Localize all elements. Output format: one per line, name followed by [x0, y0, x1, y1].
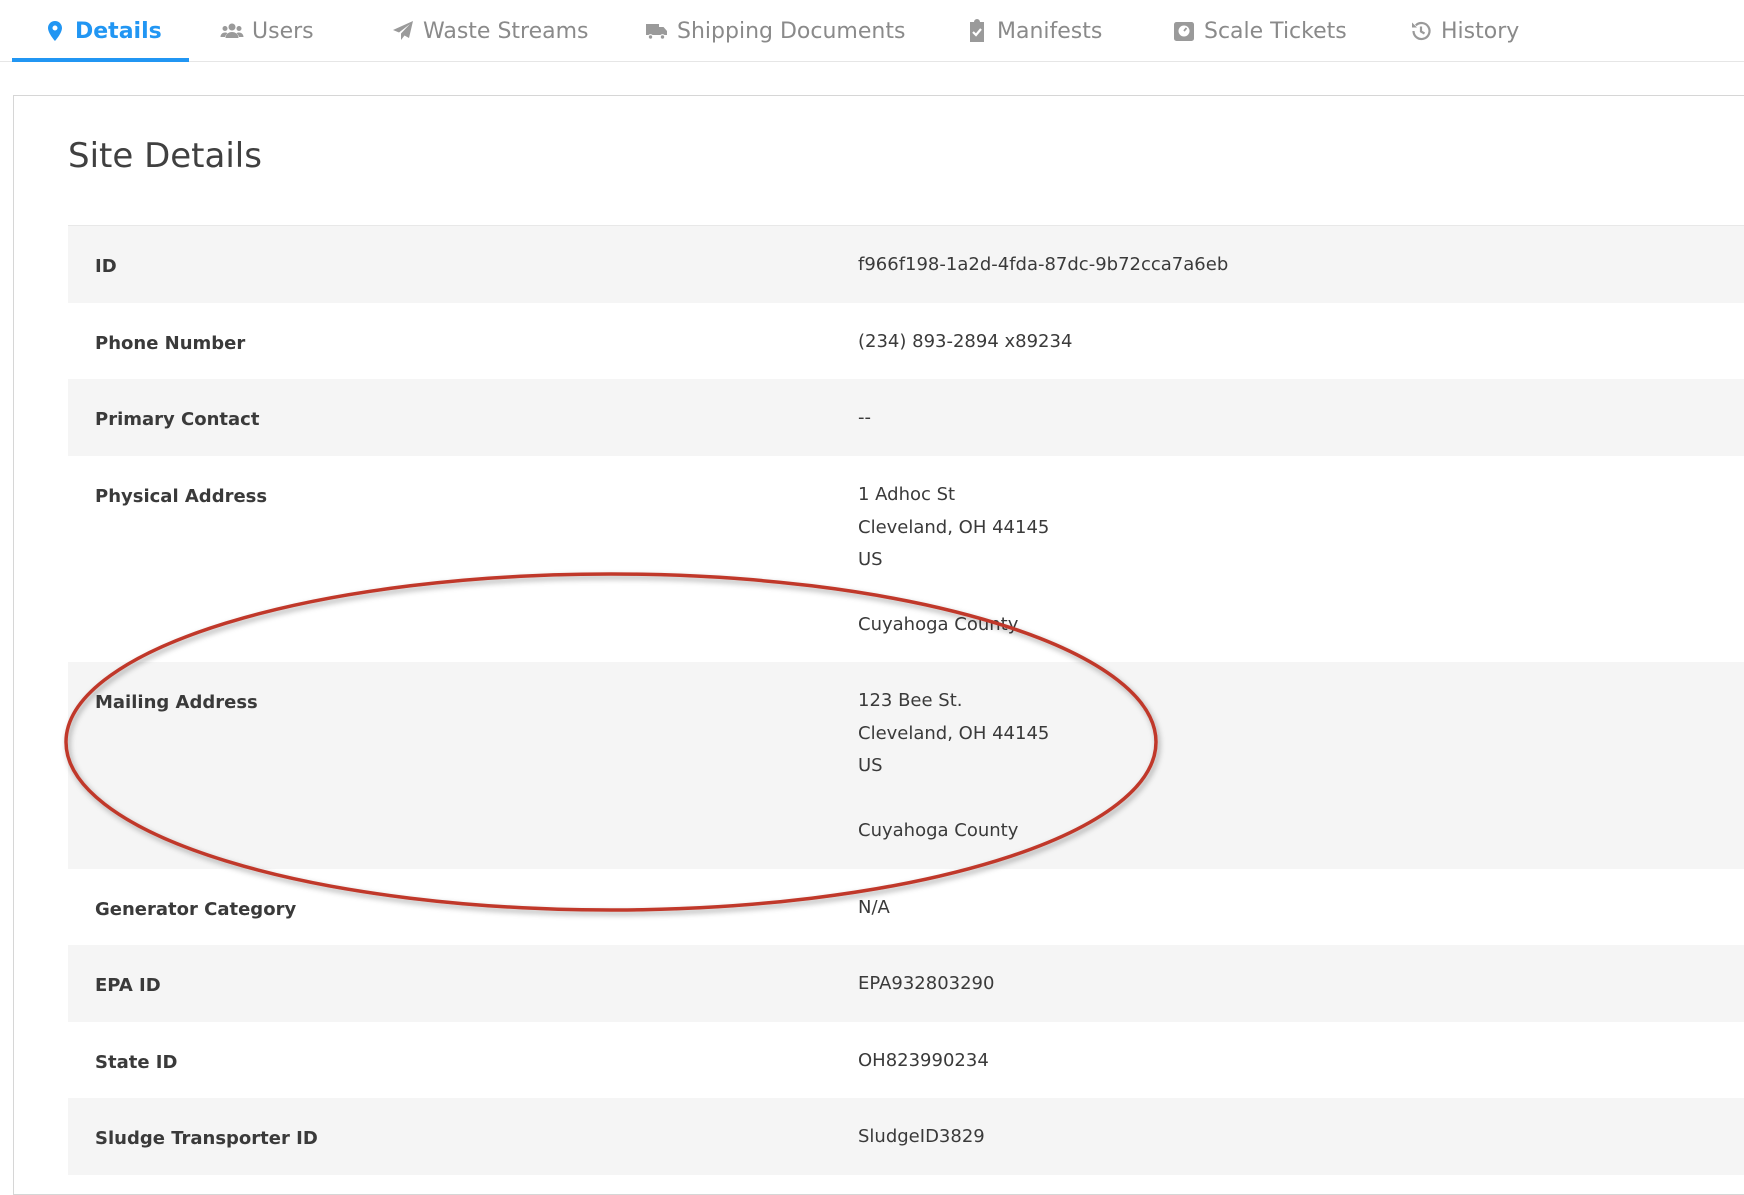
paper-plane-icon	[393, 21, 413, 40]
detail-row-phone: Phone Number (234) 893-2894 x89234	[68, 303, 1744, 379]
detail-value: f966f198-1a2d-4fda-87dc-9b72cca7a6eb	[858, 254, 1229, 275]
detail-value: 1 Adhoc St Cleveland, OH 44145 US Cuyaho…	[858, 484, 1050, 635]
tab-label: Shipping Documents	[677, 18, 906, 44]
detail-label: Primary Contact	[95, 409, 260, 430]
tab-bar: Details Users Waste Streams Shipping Doc…	[0, 0, 1744, 62]
detail-row-sludge-transporter-id: Sludge Transporter ID SludgeID3829	[68, 1098, 1744, 1175]
tab-label: Scale Tickets	[1204, 18, 1347, 44]
detail-value: --	[858, 407, 871, 428]
detail-label: Physical Address	[95, 486, 268, 507]
tab-label: Manifests	[997, 18, 1103, 44]
tab-label: Users	[252, 18, 314, 44]
detail-row-id: ID f966f198-1a2d-4fda-87dc-9b72cca7a6eb	[68, 226, 1744, 303]
detail-value: N/A	[858, 897, 890, 918]
detail-label: Sludge Transporter ID	[95, 1128, 318, 1149]
tab-label: History	[1441, 18, 1520, 44]
site-details-card: Site Details ID f966f198-1a2d-4fda-87dc-…	[13, 95, 1744, 1195]
detail-value: SludgeID3829	[858, 1126, 985, 1147]
detail-row-primary-contact: Primary Contact --	[68, 379, 1744, 456]
tab-history[interactable]: History	[1409, 0, 1519, 62]
detail-label: Mailing Address	[95, 692, 258, 713]
tab-label: Details	[75, 18, 162, 44]
tab-users[interactable]: Users	[220, 0, 314, 62]
detail-row-generator-category: Generator Category N/A	[68, 869, 1744, 945]
detail-value: OH823990234	[858, 1050, 989, 1071]
detail-label: Generator Category	[95, 899, 297, 920]
detail-value: (234) 893-2894 x89234	[858, 331, 1073, 352]
detail-row-epa-id: EPA ID EPA932803290	[68, 945, 1744, 1022]
detail-value: 123 Bee St. Cleveland, OH 44145 US Cuyah…	[858, 690, 1050, 841]
truck-icon	[646, 24, 667, 40]
tab-waste-streams[interactable]: Waste Streams	[391, 0, 589, 62]
scale-icon	[1174, 22, 1194, 41]
tab-manifests[interactable]: Manifests	[965, 0, 1102, 62]
detail-label: EPA ID	[95, 975, 161, 996]
detail-row-state-id: State ID OH823990234	[68, 1022, 1744, 1098]
details-table: ID f966f198-1a2d-4fda-87dc-9b72cca7a6eb …	[68, 225, 1744, 1175]
detail-label: State ID	[95, 1052, 178, 1073]
detail-label: Phone Number	[95, 333, 246, 354]
map-pin-icon	[48, 21, 62, 41]
clipboard-check-icon	[970, 19, 984, 42]
tab-scale-tickets[interactable]: Scale Tickets	[1172, 0, 1347, 62]
tab-label: Waste Streams	[423, 18, 589, 44]
history-icon	[1412, 21, 1431, 41]
detail-value: EPA932803290	[858, 973, 995, 994]
tab-shipping-documents[interactable]: Shipping Documents	[645, 0, 905, 62]
detail-row-mailing-address: Mailing Address 123 Bee St. Cleveland, O…	[68, 662, 1744, 869]
detail-row-physical-address: Physical Address 1 Adhoc St Cleveland, O…	[68, 456, 1744, 662]
detail-label: ID	[95, 256, 117, 277]
users-icon	[220, 23, 244, 38]
tab-details[interactable]: Details	[12, 0, 189, 62]
page-title: Site Details	[68, 136, 262, 176]
